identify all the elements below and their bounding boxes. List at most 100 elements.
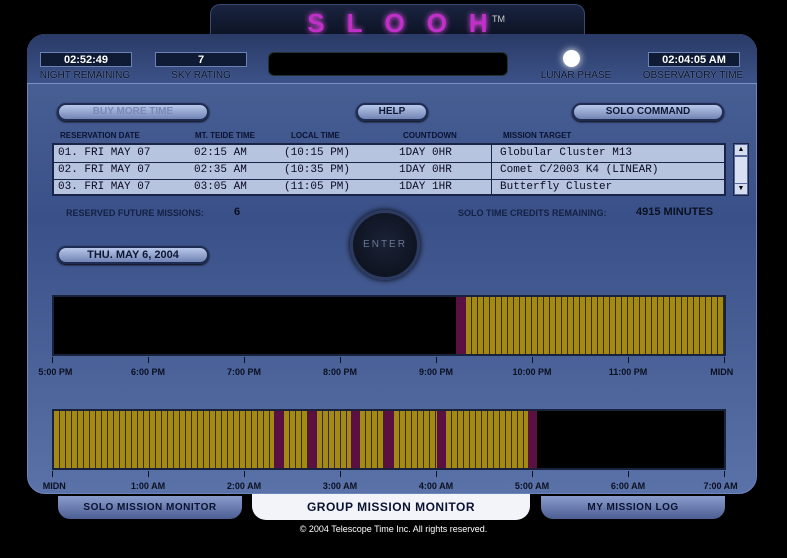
morning-block-booked[interactable] [283,411,308,468]
col-header-local-time: LOCAL TIME [291,131,340,140]
row-date: 01. FRI MAY 07 [58,147,151,159]
row-local-time: (10:15 PM) [284,147,351,159]
morning-tick [436,471,437,477]
morning-block-booked[interactable] [393,411,437,468]
morning-tick [628,471,629,477]
buy-more-time-button[interactable]: BUY MORE TIME [57,103,209,121]
evening-tick-label: 11:00 PM [608,367,648,377]
reservation-list[interactable]: 01. FRI MAY 07 02:15 AM (10:15 PM) 1DAY … [52,143,726,196]
row-countdown: 1DAY 1HR [399,181,452,193]
morning-block-divider[interactable] [350,411,361,468]
morning-block-booked[interactable] [360,411,385,468]
observatory-time-value: 02:04:05 AM [648,52,740,67]
morning-block-divider[interactable] [307,411,318,468]
table-row[interactable]: 03. FRI MAY 07 03:05 AM (11:05 PM) 1DAY … [54,179,724,196]
evening-tick [340,357,341,363]
table-row[interactable]: 01. FRI MAY 07 02:15 AM (10:15 PM) 1DAY … [54,145,724,163]
col-header-reservation-date: RESERVATION DATE [60,131,140,140]
morning-tick [244,471,245,477]
morning-block-booked[interactable] [54,411,275,468]
observatory-time-label: OBSERVATORY TIME [642,70,744,81]
morning-timeline[interactable] [52,409,726,470]
evening-tick-label: 7:00 PM [226,367,262,377]
col-header-teide-time: MT. TEIDE TIME [195,131,255,140]
morning-tick-label: 2:00 AM [226,481,262,491]
row-teide-time: 02:15 AM [194,147,247,159]
evening-block-divider[interactable] [456,297,466,354]
morning-block-booked[interactable] [446,411,528,468]
moon-phase-icon [563,50,580,67]
message-banner [268,52,508,76]
evening-tick [532,357,533,363]
tab-my-mission-log[interactable]: MY MISSION LOG [541,496,725,519]
morning-tick-label: 1:00 AM [130,481,166,491]
morning-tick-label: 7:00 AM [703,481,738,491]
trademark-mark: TM [492,14,505,24]
morning-tick [724,471,725,477]
copyright: © 2004 Telescope Time Inc. All rights re… [299,524,488,534]
row-countdown: 1DAY 0HR [399,147,452,159]
morning-tick-label: 5:00 AM [514,481,550,491]
tab-solo-mission-monitor[interactable]: SOLO MISSION MONITOR [58,496,242,519]
lunar-phase-label: LUNAR PHASE [540,70,612,81]
tab-group-mission-monitor[interactable]: GROUP MISSION MONITOR [252,494,530,520]
help-button[interactable]: HELP [356,103,428,121]
row-target: Globular Cluster M13 [500,147,633,159]
enter-button[interactable]: ENTER [350,210,420,280]
morning-tick [148,471,149,477]
list-scrollbar[interactable]: ▲ ▼ [733,143,749,196]
scroll-thumb[interactable] [735,157,747,183]
evening-tick [52,357,53,363]
morning-block-divider[interactable] [384,411,394,468]
evening-tick-label: 5:00 PM [38,367,73,377]
morning-tick [532,471,533,477]
table-row[interactable]: 02. FRI MAY 07 02:35 AM (10:35 PM) 1DAY … [54,162,724,180]
row-local-time: (10:35 PM) [284,164,351,176]
row-target: Comet C/2003 K4 (LINEAR) [500,164,659,176]
date-selector[interactable]: THU. MAY 6, 2004 [57,246,209,264]
evening-tick [628,357,629,363]
evening-tick-label: 10:00 PM [512,367,552,377]
morning-tick [340,471,341,477]
evening-tick-label: 8:00 PM [322,367,358,377]
morning-tick-label: 6:00 AM [610,481,646,491]
morning-tick-label: 4:00 AM [418,481,454,491]
slooh-logo: SLOOH [307,8,510,38]
row-local-time: (11:05 PM) [284,181,351,193]
sky-rating-label: SKY RATING [171,70,231,81]
morning-tick-label: MIDN [42,481,66,491]
reserved-missions-value: 6 [234,206,241,218]
row-date: 02. FRI MAY 07 [58,164,151,176]
row-date: 03. FRI MAY 07 [58,181,151,193]
evening-tick [724,357,725,363]
credits-remaining-label: SOLO TIME CREDITS REMAINING: [458,208,607,218]
morning-block-divider[interactable] [527,411,538,468]
row-teide-time: 02:35 AM [194,164,247,176]
morning-block-booked[interactable] [317,411,351,468]
reserved-missions-label: RESERVED FUTURE MISSIONS: [66,208,204,218]
scroll-up-icon[interactable]: ▲ [735,145,747,155]
evening-tick [244,357,245,363]
evening-tick [148,357,149,363]
morning-tick-label: 3:00 AM [322,481,358,491]
night-remaining-value: 02:52:49 [40,52,132,67]
col-header-countdown: COUNTDOWN [403,131,457,140]
sky-rating-value: 7 [155,52,247,67]
night-remaining-label: NIGHT REMAINING [39,70,131,81]
morning-tick [52,471,53,477]
row-countdown: 1DAY 0HR [399,164,452,176]
credits-remaining-value: 4915 MINUTES [636,206,714,218]
evening-tick [436,357,437,363]
evening-tick-label: 9:00 PM [418,367,454,377]
scroll-down-icon[interactable]: ▼ [735,184,747,194]
evening-timeline[interactable] [52,295,726,356]
evening-tick-label: MIDN [710,367,734,377]
col-header-mission-target: MISSION TARGET [503,131,572,140]
solo-command-button[interactable]: SOLO COMMAND [572,103,724,121]
morning-block-divider[interactable] [436,411,447,468]
evening-axis: 5:00 PM 6:00 PM 7:00 PM 8:00 PM 9:00 PM 10:00… [38,357,733,381]
morning-block-divider[interactable] [274,411,284,468]
row-teide-time: 03:05 AM [194,181,247,193]
row-target: Butterfly Cluster [500,181,613,193]
evening-block-booked[interactable] [465,297,724,354]
